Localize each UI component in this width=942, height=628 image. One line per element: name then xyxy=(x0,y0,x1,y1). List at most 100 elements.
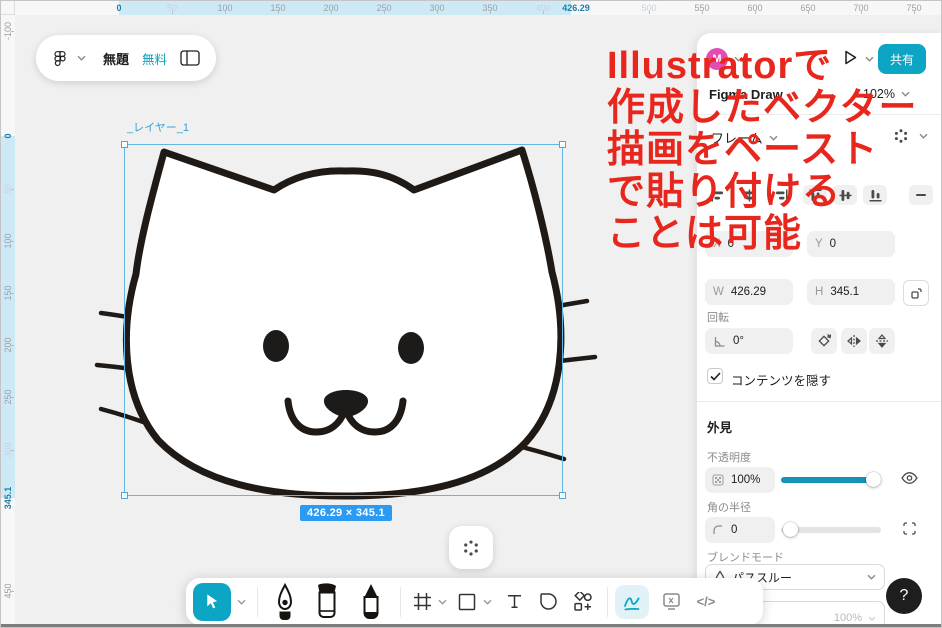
selection-handle[interactable] xyxy=(121,141,128,148)
chevron-down-icon xyxy=(901,91,910,97)
figma-logo-icon[interactable] xyxy=(52,50,68,67)
corner-radius-slider[interactable] xyxy=(781,527,881,533)
comment-bubble-icon xyxy=(539,592,558,611)
corner-radius-label: 角の半径 xyxy=(707,499,751,515)
ruler-tick xyxy=(755,11,756,14)
chevron-down-icon[interactable] xyxy=(438,599,447,605)
shape-tool-button[interactable] xyxy=(453,593,481,611)
y-position-field[interactable]: Y 0 xyxy=(807,231,895,257)
clip-content-label: コンテンツを隠す xyxy=(731,370,831,389)
share-button[interactable]: 共有 xyxy=(878,44,926,74)
actions-tool-button[interactable] xyxy=(566,592,600,612)
opacity-slider-thumb[interactable] xyxy=(866,472,881,487)
text-tool-button[interactable] xyxy=(498,593,530,610)
flip-horizontal-button[interactable] xyxy=(841,328,867,354)
chevron-down-icon[interactable] xyxy=(483,599,492,605)
align-right-button[interactable] xyxy=(769,185,793,205)
align-v-center-button[interactable] xyxy=(833,185,857,205)
file-title[interactable]: 無題 xyxy=(103,49,129,68)
field-value: 0 xyxy=(830,238,836,250)
selection-handle[interactable] xyxy=(121,492,128,499)
help-button[interactable]: ? xyxy=(886,578,922,614)
chevron-down-icon[interactable] xyxy=(865,56,874,62)
bottom-toolbar: </> xyxy=(186,578,763,625)
field-value: 0 xyxy=(728,238,734,250)
ruler-tick xyxy=(808,11,809,14)
visibility-eye-icon[interactable] xyxy=(901,471,918,485)
dev-mode-button[interactable]: </> xyxy=(689,594,723,609)
ruler-tick xyxy=(278,11,279,14)
panel-divider xyxy=(697,401,942,402)
rectangle-icon xyxy=(458,593,476,611)
align-left-button[interactable] xyxy=(705,185,729,205)
ruler-tick xyxy=(649,11,650,14)
ruler-vertical[interactable]: -100050100150200250300345.1450 xyxy=(1,1,15,628)
avatar[interactable]: M xyxy=(706,48,728,70)
frame-name-label[interactable]: _レイヤー_1 xyxy=(127,119,189,135)
rotation-label: 回転 xyxy=(707,309,729,325)
chevron-down-icon[interactable] xyxy=(77,55,86,61)
field-value: 0 xyxy=(731,524,737,536)
selection-handle[interactable] xyxy=(559,141,566,148)
rotate-button[interactable] xyxy=(811,328,837,354)
toggle-sidebar-icon[interactable] xyxy=(180,50,200,66)
ruler-tick xyxy=(11,241,14,242)
file-toolbar: 無題 無料 xyxy=(36,35,216,81)
inspector-panel: M 共有 Figma Draw 102% フレーム xyxy=(697,33,942,628)
field-label: W xyxy=(713,286,724,298)
board-mode-button[interactable] xyxy=(653,592,689,611)
component-props-icon[interactable] xyxy=(894,129,908,143)
frame-grid-icon xyxy=(413,592,432,611)
selection-handle[interactable] xyxy=(559,492,566,499)
corner-radius-icon xyxy=(712,524,724,536)
draw-mode-button[interactable] xyxy=(615,585,649,619)
ruler-tick xyxy=(172,11,173,14)
constrain-proportions-icon[interactable] xyxy=(903,280,929,306)
ruler-tick xyxy=(861,11,862,14)
chevron-down-icon[interactable] xyxy=(734,56,743,62)
frame-tool-button[interactable] xyxy=(408,592,436,611)
width-field[interactable]: W 426.29 xyxy=(705,279,793,305)
zoom-control[interactable]: 102% xyxy=(863,87,910,101)
ruler-label: 345.1 xyxy=(3,487,13,510)
flip-vertical-button[interactable] xyxy=(869,328,895,354)
present-play-icon[interactable] xyxy=(843,49,858,66)
ruler-tick xyxy=(11,397,14,398)
ruler-tick xyxy=(11,31,14,32)
independent-corners-icon[interactable] xyxy=(902,521,917,536)
ruler-tick xyxy=(11,345,14,346)
opacity-field[interactable]: 100% xyxy=(705,467,775,493)
x-position-field[interactable]: X 0 xyxy=(705,231,793,257)
height-field[interactable]: H 345.1 xyxy=(807,279,895,305)
ruler-tick xyxy=(543,11,544,14)
align-top-button[interactable] xyxy=(803,185,827,205)
rotation-field[interactable]: 0° xyxy=(705,328,793,354)
chevron-down-icon[interactable] xyxy=(919,133,928,139)
more-alignment-button[interactable] xyxy=(909,185,933,205)
ruler-tick xyxy=(384,11,385,14)
comment-tool-button[interactable] xyxy=(530,592,566,611)
align-bottom-button[interactable] xyxy=(863,185,887,205)
quick-actions-button[interactable] xyxy=(449,526,493,569)
ruler-tick xyxy=(225,11,226,14)
align-h-center-button[interactable] xyxy=(737,185,761,205)
marker-icon xyxy=(313,582,341,622)
plan-badge[interactable]: 無料 xyxy=(142,49,167,68)
pen-tool-button[interactable] xyxy=(265,582,305,622)
opacity-slider[interactable] xyxy=(781,477,881,483)
move-tool-button[interactable] xyxy=(193,583,231,621)
corner-radius-slider-thumb[interactable] xyxy=(783,522,798,537)
ruler-tick xyxy=(11,189,14,190)
corner-radius-field[interactable]: 0 xyxy=(705,517,775,543)
appearance-section-header: 外見 xyxy=(707,417,732,436)
scribble-icon xyxy=(622,592,642,612)
frame-type-dropdown[interactable]: フレーム xyxy=(711,128,778,147)
selection-box[interactable] xyxy=(124,144,563,496)
marker-tool-button[interactable] xyxy=(305,582,349,622)
pencil-tool-button[interactable] xyxy=(349,582,393,622)
chevron-down-icon[interactable] xyxy=(237,599,246,605)
ruler-tick xyxy=(702,11,703,14)
clip-content-checkbox[interactable] xyxy=(707,368,723,384)
field-value: 426.29 xyxy=(731,286,766,298)
ruler-horizontal[interactable]: 050100150200250300350400426.295005506006… xyxy=(1,1,942,15)
